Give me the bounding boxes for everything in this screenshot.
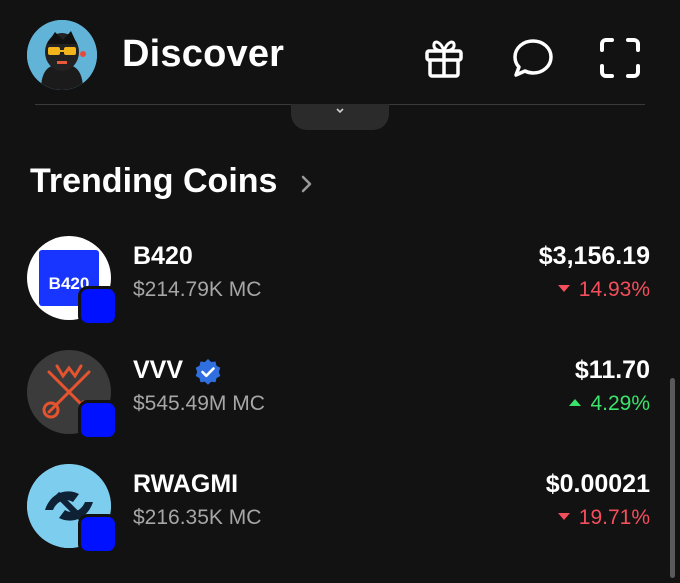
coin-price: $0.00021 bbox=[545, 470, 650, 498]
chevron-right-icon[interactable] bbox=[300, 174, 314, 194]
triangle-down-icon bbox=[557, 512, 570, 520]
chat-button[interactable] bbox=[511, 36, 555, 80]
triangle-down-icon bbox=[557, 284, 570, 292]
coin-row-rwagmi[interactable]: RWAGMI $216.35K MC $0.00021 19.71% bbox=[0, 456, 680, 556]
page-title: Discover bbox=[122, 33, 285, 75]
coin-name: RWAGMI bbox=[133, 470, 239, 498]
chain-badge bbox=[78, 514, 118, 554]
verified-badge-icon bbox=[195, 359, 221, 385]
coin-row-vvv[interactable]: VVV $545.49M MC $11.70 4.29% bbox=[0, 342, 680, 442]
coin-price: $11.70 bbox=[574, 356, 650, 384]
coin-market-cap: $216.35K MC bbox=[133, 506, 262, 529]
coin-name: VVV bbox=[133, 356, 184, 384]
coin-change: 19.71% bbox=[557, 506, 650, 530]
profile-avatar[interactable] bbox=[27, 20, 97, 90]
coin-name: B420 bbox=[133, 242, 193, 270]
gift-button[interactable] bbox=[422, 36, 466, 80]
coin-change-value: 4.29% bbox=[590, 392, 650, 415]
top-bar: Discover bbox=[0, 0, 680, 105]
coin-price: $3,156.19 bbox=[538, 242, 650, 270]
coin-market-cap: $214.79K MC bbox=[133, 278, 262, 301]
coin-change-value: 19.71% bbox=[578, 506, 650, 529]
pull-down-handle[interactable] bbox=[291, 104, 389, 130]
triangle-up-icon bbox=[569, 398, 582, 406]
scan-button[interactable] bbox=[598, 36, 642, 80]
chain-badge bbox=[78, 400, 118, 440]
scrollbar[interactable] bbox=[670, 378, 675, 578]
coin-change: 14.93% bbox=[557, 278, 650, 302]
scan-icon bbox=[600, 38, 640, 78]
trending-coins-heading[interactable]: Trending Coins bbox=[30, 162, 277, 201]
chain-badge bbox=[78, 286, 118, 326]
coin-row-b420[interactable]: B420 B420 $214.79K MC $3,156.19 14.93% bbox=[0, 228, 680, 328]
coin-market-cap: $545.49M MC bbox=[133, 392, 265, 415]
chevron-down-icon bbox=[336, 108, 344, 114]
gift-icon bbox=[425, 40, 463, 78]
coin-change-value: 14.93% bbox=[578, 278, 650, 301]
coin-change: 4.29% bbox=[568, 392, 650, 416]
chat-icon bbox=[513, 39, 553, 77]
